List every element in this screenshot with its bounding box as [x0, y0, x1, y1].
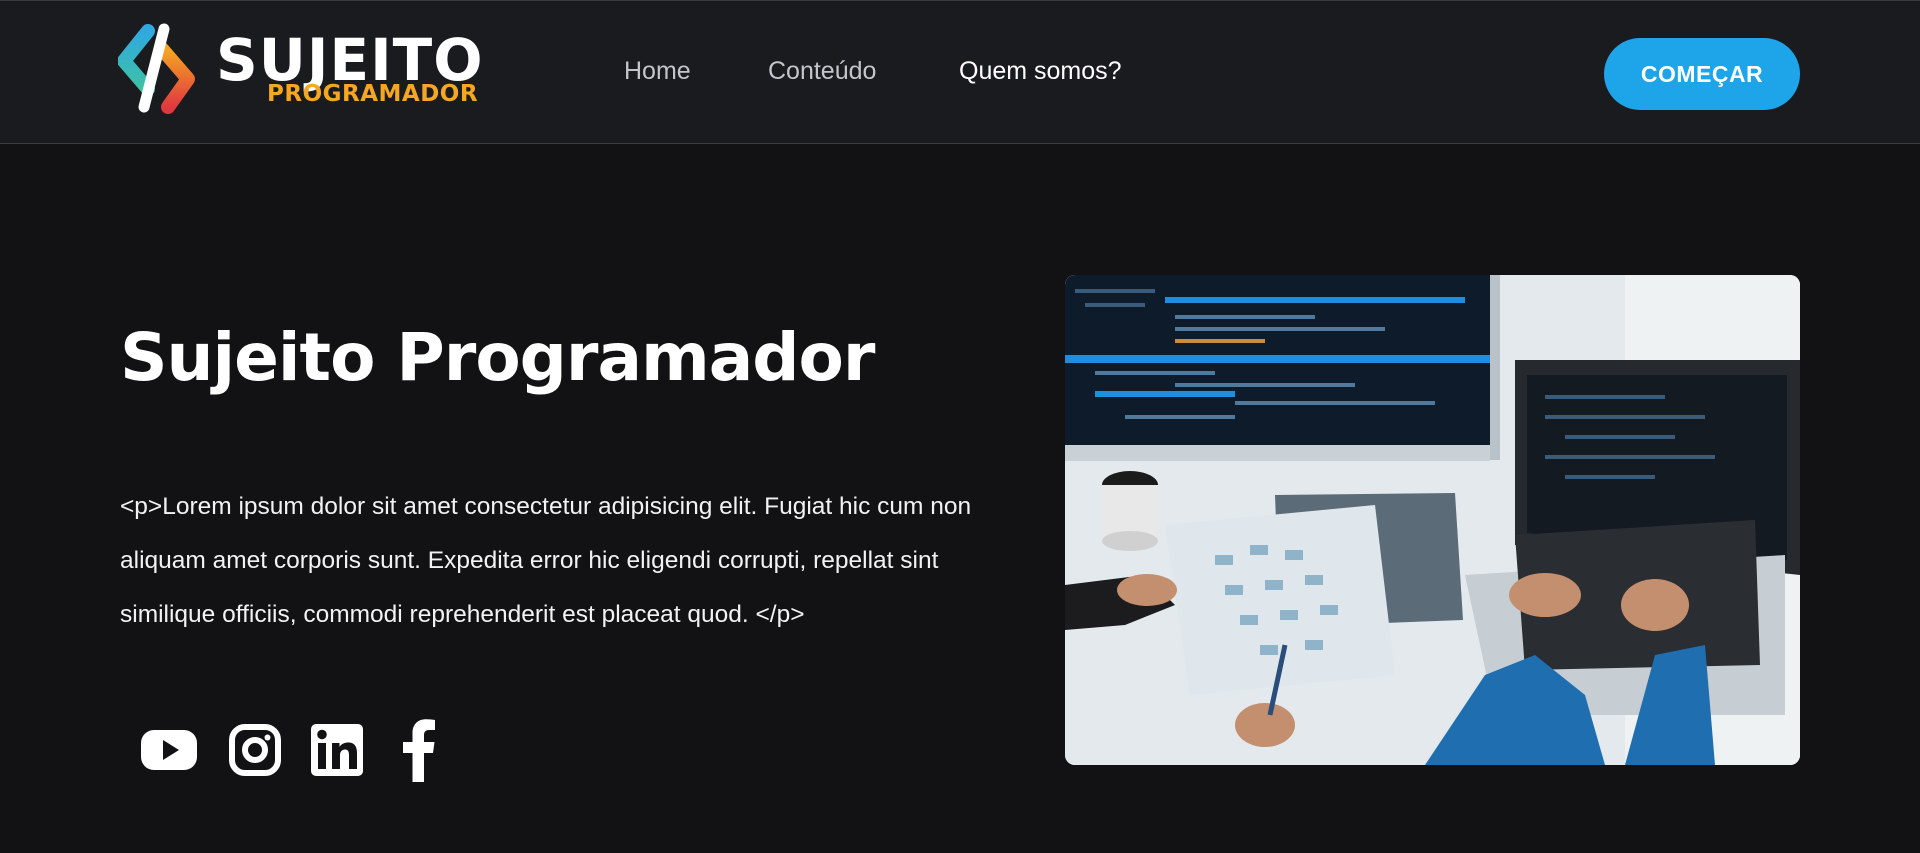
- brand-logo[interactable]: SUJEITO PROGRAMADOR: [118, 19, 498, 119]
- hero-title: Sujeito Programador: [120, 319, 875, 396]
- brand-logo-icon: [118, 23, 195, 114]
- site-header: SUJEITO PROGRAMADOR Home Conteúdo Quem s…: [0, 0, 1920, 144]
- start-button[interactable]: COMEÇAR: [1604, 38, 1800, 110]
- hero-paragraph: <p>Lorem ipsum dolor sit amet consectetu…: [120, 493, 972, 628]
- hero-image: [1065, 275, 1800, 765]
- developers-workspace-illustration: [1065, 275, 1800, 765]
- nav-quem-somos[interactable]: Quem somos?: [959, 57, 1122, 86]
- nav-home[interactable]: Home: [624, 57, 691, 86]
- page: SUJEITO PROGRAMADOR Home Conteúdo Quem s…: [0, 0, 1920, 853]
- facebook-icon[interactable]: [398, 716, 442, 789]
- instagram-icon[interactable]: [228, 716, 282, 789]
- linkedin-icon[interactable]: [310, 716, 364, 789]
- brand-tagline: PROGRAMADOR: [267, 81, 479, 107]
- youtube-icon[interactable]: [140, 716, 198, 789]
- nav-conteudo[interactable]: Conteúdo: [768, 57, 876, 86]
